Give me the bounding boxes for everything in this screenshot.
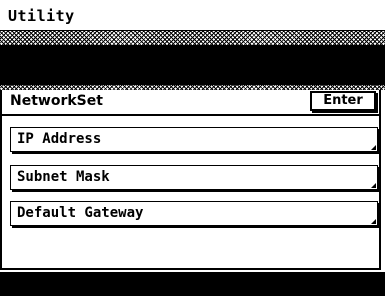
ip-address-label: IP Address <box>17 131 102 147</box>
subnet-mask-label: Subnet Mask <box>17 169 110 185</box>
ip-address-button[interactable]: IP Address <box>10 127 378 152</box>
title-bar: Utility <box>0 0 385 31</box>
window-title: Utility <box>8 7 75 25</box>
section-header: NetworkSet Enter <box>2 90 380 116</box>
corner-arrow-icon <box>371 145 376 150</box>
subnet-mask-button[interactable]: Subnet Mask <box>10 165 378 190</box>
status-bar <box>0 272 385 296</box>
default-gateway-button[interactable]: Default Gateway <box>10 201 378 226</box>
hatched-divider-top <box>0 31 385 45</box>
message-area <box>0 45 385 85</box>
utility-screen: Utility NetworkSet Enter IP Address Subn… <box>0 0 385 296</box>
default-gateway-label: Default Gateway <box>17 205 144 221</box>
enter-button[interactable]: Enter <box>310 91 376 111</box>
corner-arrow-icon <box>371 219 376 224</box>
corner-arrow-icon <box>371 183 376 188</box>
section-title: NetworkSet <box>10 93 103 109</box>
